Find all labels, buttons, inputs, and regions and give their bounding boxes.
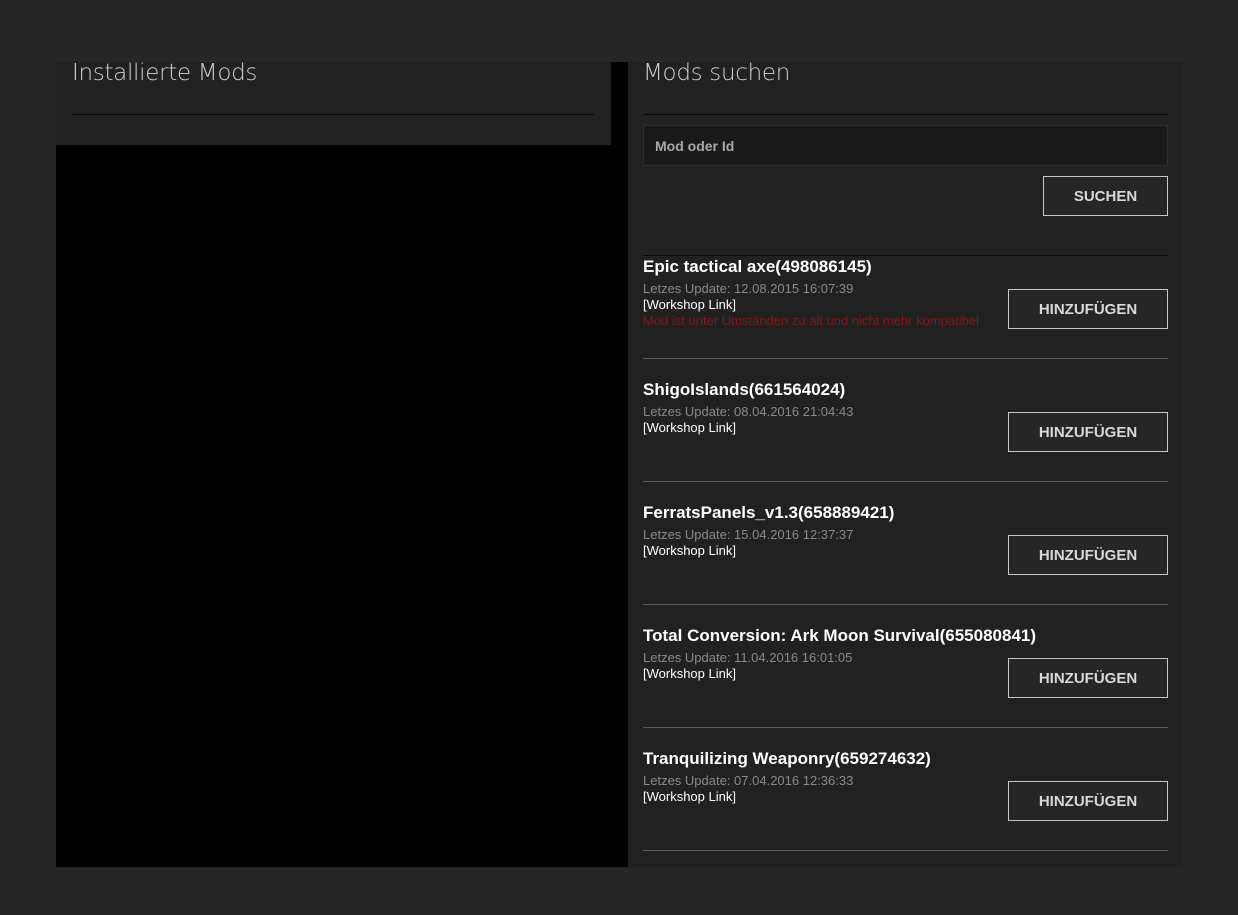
add-mod-button[interactable]: HINZUFÜGEN bbox=[1008, 535, 1168, 575]
result-title: Total Conversion: Ark Moon Survival(6550… bbox=[643, 626, 1037, 645]
divider bbox=[643, 727, 1168, 728]
result-last-update: Letzes Update: 11.04.2016 16:01:05 bbox=[643, 650, 853, 665]
search-result-item: Tranquilizing Weaponry(659274632) Letzes … bbox=[643, 749, 1168, 872]
installed-mods-panel: Installierte Mods bbox=[56, 60, 628, 867]
installed-mods-title: Installierte Mods bbox=[72, 60, 258, 86]
workshop-link[interactable]: [Workshop Link] bbox=[643, 297, 736, 312]
search-mods-title: Mods suchen bbox=[643, 60, 791, 86]
workshop-link[interactable]: [Workshop Link] bbox=[643, 543, 736, 558]
result-last-update: Letzes Update: 07.04.2016 12:36:33 bbox=[643, 773, 854, 788]
result-last-update: Letzes Update: 15.04.2016 12:37:37 bbox=[643, 527, 854, 542]
search-result-item: FerratsPanels_v1.3(658889421) Letzes Upda… bbox=[643, 503, 1168, 626]
add-mod-button[interactable]: HINZUFÜGEN bbox=[1008, 412, 1168, 452]
result-last-update: Letzes Update: 08.04.2016 21:04:43 bbox=[643, 404, 854, 419]
search-result-item: Epic tactical axe(498086145) Letzes Updat… bbox=[643, 257, 1168, 380]
result-title: FerratsPanels_v1.3(658889421) bbox=[643, 503, 895, 522]
page: Installierte Mods Mods suchen SUCHEN Epi… bbox=[0, 0, 1238, 915]
search-button[interactable]: SUCHEN bbox=[1043, 176, 1168, 216]
compatibility-warning: Mod ist unter Umständen zu alt und nicht… bbox=[643, 313, 980, 328]
workshop-link[interactable]: [Workshop Link] bbox=[643, 420, 736, 435]
search-result-item: Total Conversion: Ark Moon Survival(6550… bbox=[643, 626, 1168, 749]
divider bbox=[72, 114, 594, 115]
workshop-link[interactable]: [Workshop Link] bbox=[643, 789, 736, 804]
add-mod-button[interactable]: HINZUFÜGEN bbox=[1008, 658, 1168, 698]
search-result-item: ShigoIslands(661564024) Letzes Update: 08… bbox=[643, 380, 1168, 503]
search-mods-panel: Mods suchen SUCHEN Epic tactical axe(498… bbox=[628, 60, 1183, 867]
result-title: Epic tactical axe(498086145) bbox=[643, 257, 872, 276]
divider bbox=[643, 358, 1168, 359]
workshop-link[interactable]: [Workshop Link] bbox=[643, 666, 736, 681]
result-last-update: Letzes Update: 12.08.2015 16:07:39 bbox=[643, 281, 854, 296]
result-title: ShigoIslands(661564024) bbox=[643, 380, 846, 399]
add-mod-button[interactable]: HINZUFÜGEN bbox=[1008, 289, 1168, 329]
divider bbox=[643, 481, 1168, 482]
mod-search-input[interactable] bbox=[643, 125, 1168, 166]
add-mod-button[interactable]: HINZUFÜGEN bbox=[1008, 781, 1168, 821]
divider bbox=[643, 255, 1168, 256]
divider bbox=[643, 604, 1168, 605]
installed-mods-header: Installierte Mods bbox=[56, 60, 611, 145]
divider bbox=[643, 850, 1168, 851]
result-title: Tranquilizing Weaponry(659274632) bbox=[643, 749, 931, 768]
divider bbox=[643, 114, 1168, 115]
